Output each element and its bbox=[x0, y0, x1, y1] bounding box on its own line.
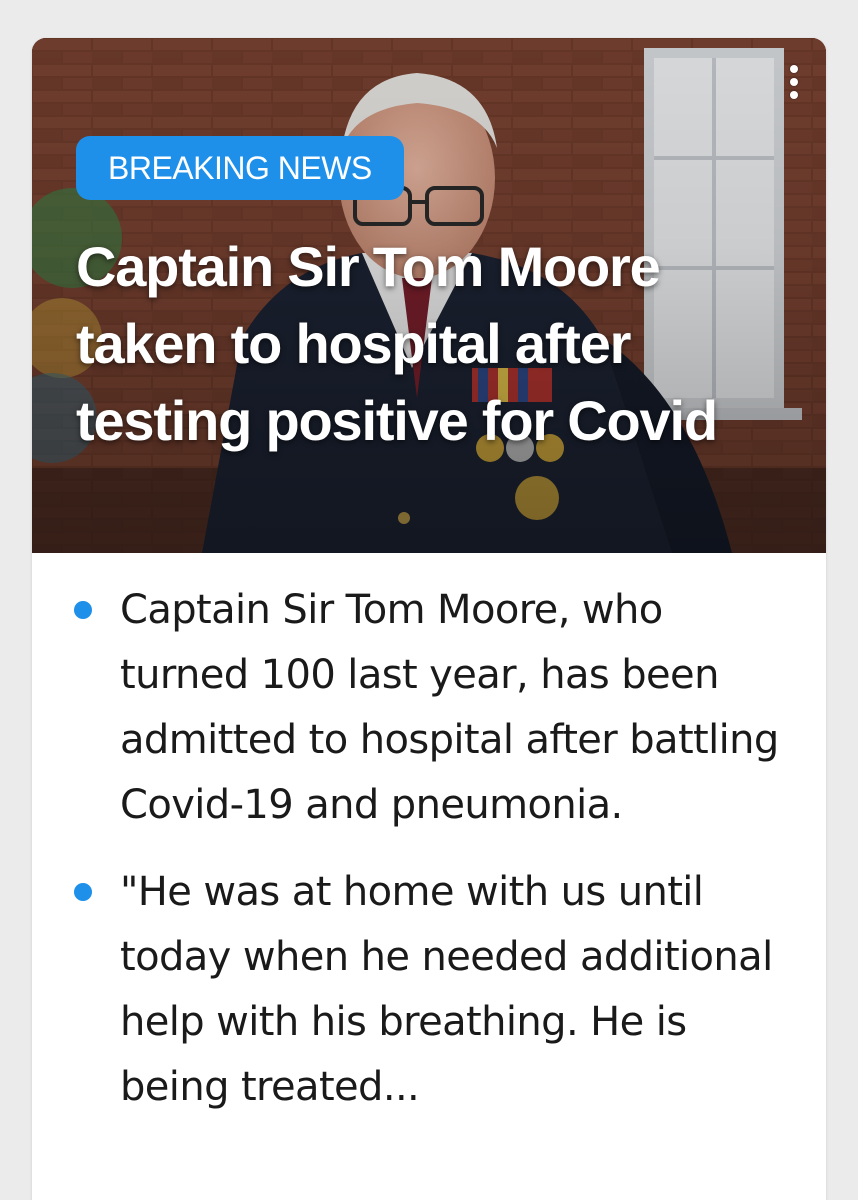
summary-text: "He was at home with us until today when… bbox=[120, 869, 773, 1110]
more-options-button[interactable] bbox=[780, 58, 808, 106]
summary-item: "He was at home with us until today when… bbox=[32, 860, 826, 1120]
bullet-dot-icon bbox=[74, 883, 92, 901]
article-headline[interactable]: Captain Sir Tom Moore taken to hospital … bbox=[76, 228, 796, 459]
page: BREAKING NEWS Captain Sir Tom Moore take… bbox=[0, 0, 858, 1200]
more-vertical-icon-dot bbox=[790, 91, 798, 99]
more-vertical-icon-dot bbox=[790, 78, 798, 86]
summary-list: Captain Sir Tom Moore, who turned 100 la… bbox=[32, 578, 826, 1142]
more-vertical-icon bbox=[790, 65, 798, 73]
breaking-news-badge: BREAKING NEWS bbox=[76, 136, 404, 200]
news-card[interactable]: BREAKING NEWS Captain Sir Tom Moore take… bbox=[32, 38, 826, 1200]
summary-item: Captain Sir Tom Moore, who turned 100 la… bbox=[32, 578, 826, 838]
summary-text: Captain Sir Tom Moore, who turned 100 la… bbox=[120, 587, 779, 828]
hero-image[interactable]: BREAKING NEWS Captain Sir Tom Moore take… bbox=[32, 38, 826, 553]
bullet-dot-icon bbox=[74, 601, 92, 619]
